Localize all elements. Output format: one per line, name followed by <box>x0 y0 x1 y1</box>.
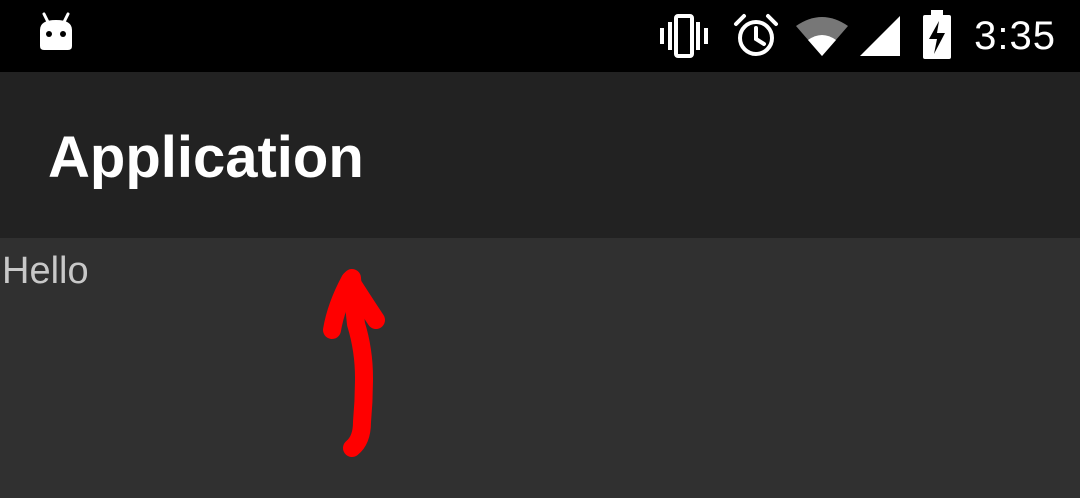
content-area: Hello <box>0 238 1080 498</box>
app-bar: Application <box>0 72 1080 238</box>
app-title: Application <box>48 125 364 190</box>
cell-signal-icon <box>858 14 902 63</box>
vibrate-icon <box>656 14 712 63</box>
status-clock: 3:35 <box>974 14 1056 58</box>
android-notification-icon <box>36 10 76 54</box>
alarm-icon <box>732 12 780 65</box>
wifi-icon <box>794 14 850 63</box>
red-arrow-annotation <box>300 250 420 470</box>
status-bar: 3:35 <box>0 0 1080 72</box>
battery-charging-icon <box>922 10 952 65</box>
hello-text-view: Hello <box>2 250 89 292</box>
status-icons: 3:35 <box>640 0 1080 72</box>
